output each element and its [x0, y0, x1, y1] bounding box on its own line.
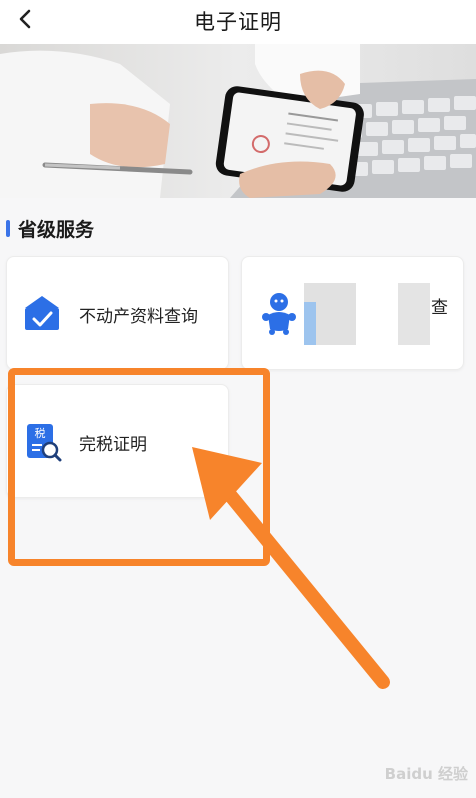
annotation-arrow-icon: [192, 447, 390, 689]
watermark: Baidu 经验: [384, 765, 468, 783]
